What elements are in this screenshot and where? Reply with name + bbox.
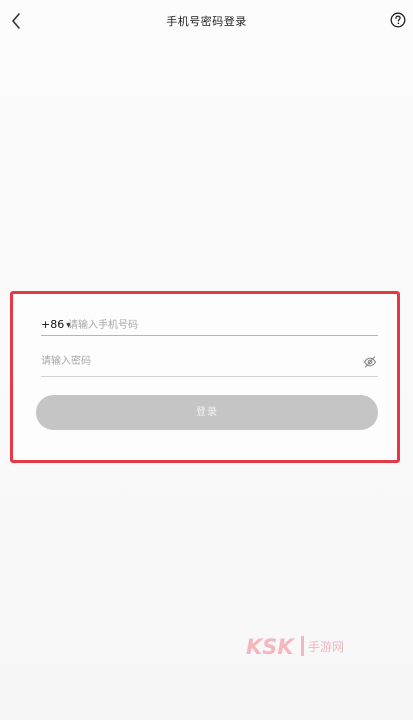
phone-input[interactable]	[68, 316, 368, 334]
question-circle-icon	[390, 12, 406, 28]
svg-text:手游网: 手游网	[308, 640, 344, 654]
svg-text:KSK: KSK	[246, 635, 295, 659]
password-row	[41, 352, 377, 372]
country-code-label: +86	[41, 318, 65, 331]
help-button[interactable]	[390, 12, 406, 28]
password-input[interactable]	[41, 352, 351, 370]
country-code-selector[interactable]: +86 ▼	[41, 318, 71, 331]
watermark-logo-graphic: KSK 手游网	[246, 635, 344, 659]
eye-off-icon	[363, 356, 377, 368]
login-button[interactable]: 登录	[36, 395, 378, 430]
login-form-highlight: +86▼ 登录	[10, 291, 400, 463]
phone-underline	[41, 335, 378, 336]
phone-row: +86 ▼	[41, 316, 377, 336]
password-underline	[41, 376, 378, 377]
password-visibility-toggle[interactable]	[363, 354, 377, 368]
nav-bar: 手机号密码登录	[0, 0, 413, 44]
page-title: 手机号密码登录	[166, 15, 247, 28]
watermark-logo: KSK 手游网	[246, 632, 364, 662]
